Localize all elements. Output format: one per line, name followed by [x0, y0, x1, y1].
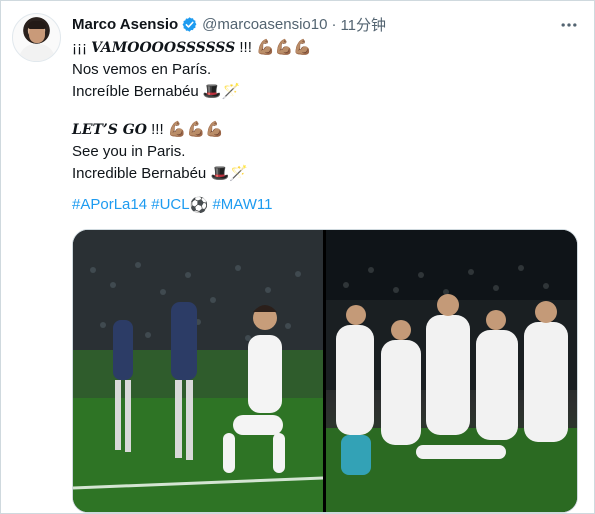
tweet-text: ¡¡¡ VAMOOOOSSSSSS !!! 💪🏽💪🏽💪🏽 Nos vemos e… [72, 37, 572, 185]
user-name[interactable]: Marco Asensio [72, 16, 178, 33]
hashtag-row: #APorLa14 #UCL⚽ #MAW11 [72, 196, 272, 214]
text-line-5: See you in Paris. [72, 143, 186, 160]
top-hat-wand-icon: 🎩🪄 [210, 165, 248, 183]
text-line-6: Incredible Bernabéu [72, 165, 211, 182]
text-line-1-suffix: !!! [235, 39, 257, 56]
more-icon[interactable] [556, 15, 582, 35]
text-line-3: Increíble Bernabéu [72, 83, 203, 100]
photo-celebration-pitch[interactable] [73, 230, 323, 512]
separator-dot: · [331, 15, 337, 33]
flexed-biceps-icon: 💪🏽💪🏽💪🏽 [167, 121, 224, 139]
user-avatar[interactable] [12, 13, 61, 62]
text-line-1-prefix: ¡¡¡ [72, 39, 92, 56]
verified-badge-icon [181, 16, 198, 33]
tweet-header: Marco Asensio @marcoasensio10 · 11分钟 [72, 14, 386, 34]
hashtag-aporla14[interactable]: #APorLa14 [72, 196, 147, 213]
top-hat-wand-icon: 🎩🪄 [202, 83, 241, 101]
hashtag-maw11[interactable]: #MAW11 [212, 196, 272, 213]
text-line-2: Nos vemos en París. [72, 61, 212, 78]
flexed-biceps-icon: 💪🏽💪🏽💪🏽 [256, 39, 313, 57]
user-handle[interactable]: @marcoasensio10 [202, 16, 327, 33]
media-grid [72, 229, 578, 513]
hashtag-ucl[interactable]: #UCL [151, 196, 189, 213]
timestamp[interactable]: 11分钟 [340, 14, 386, 35]
text-line-1-strong: VAMOOOOSSSSSS [91, 40, 236, 56]
text-line-4-strong: LET’S GO [72, 122, 147, 138]
soccer-ball-icon: ⚽ [189, 197, 209, 215]
photo-team-celebration[interactable] [326, 230, 577, 512]
text-line-4-suffix: !!! [146, 121, 168, 138]
